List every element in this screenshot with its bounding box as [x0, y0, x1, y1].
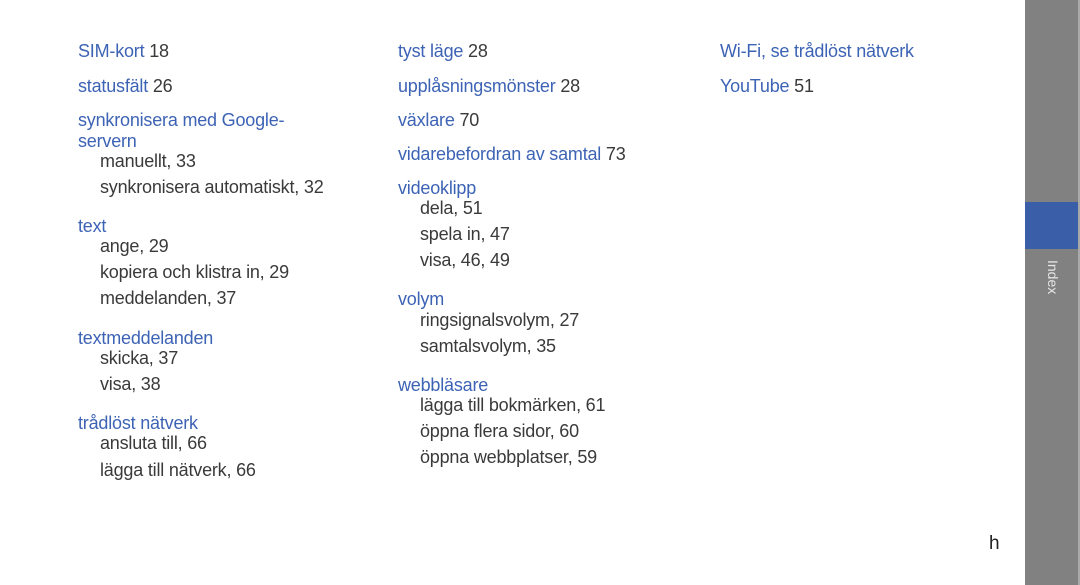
index-subentry: synkronisera automatiskt, 32	[100, 177, 324, 197]
index-entry[interactable]: YouTube 51	[720, 76, 814, 96]
chapter-tab-label: Index	[1045, 260, 1061, 295]
index-subentry: öppna flera sidor, 60	[420, 421, 579, 441]
index-entry[interactable]: växlare 70	[398, 110, 479, 130]
index-entry[interactable]: upplåsningsmönster 28	[398, 76, 580, 96]
index-subentry: visa, 46, 49	[420, 250, 510, 270]
index-entry[interactable]: vidarebefordran av samtal 73	[398, 144, 626, 164]
index-entry-sim-kort[interactable]: SIM-kort 18	[78, 41, 169, 61]
index-term[interactable]: växlare	[398, 110, 455, 130]
index-term[interactable]: tyst läge	[398, 41, 463, 61]
page-number: 18	[149, 41, 169, 61]
index-subentry: ringsignalsvolym, 27	[420, 310, 580, 330]
chapter-sidebar: Index	[1025, 0, 1080, 585]
index-term[interactable]: textmeddelanden	[78, 328, 213, 348]
index-term[interactable]: SIM-kort	[78, 41, 145, 61]
page-number: 28	[560, 76, 580, 96]
index-term[interactable]: volym	[398, 289, 444, 309]
index-subentry: ansluta till, 66	[100, 433, 207, 453]
index-subentry: kopiera och klistra in, 29	[100, 262, 289, 282]
index-subentry: spela in, 47	[420, 224, 510, 244]
index-term[interactable]: YouTube	[720, 76, 790, 96]
index-subentry: skicka, 37	[100, 348, 179, 368]
index-subentry: meddelanden, 37	[100, 288, 237, 308]
index-subentry: lägga till bokmärken, 61	[420, 395, 606, 415]
page-number: 70	[459, 110, 480, 130]
index-term[interactable]: statusfält	[78, 76, 148, 96]
index-term[interactable]: webbläsare	[398, 375, 488, 395]
index-entry[interactable]: tyst läge 28	[398, 41, 488, 61]
index-term[interactable]: Wi-Fi, se trådlöst nätverk	[720, 41, 914, 61]
page-number: 26	[152, 76, 173, 96]
chapter-tab-active[interactable]	[1025, 202, 1078, 249]
page-number: 73	[605, 144, 626, 164]
index-term[interactable]: upplåsningsmönster	[398, 76, 556, 96]
index-term[interactable]: vidarebefordran av samtal	[398, 144, 601, 164]
index-term[interactable]: videoklipp	[398, 178, 476, 198]
index-subentry: ange, 29	[100, 236, 169, 256]
index-subentry: lägga till nätverk, 66	[100, 460, 256, 480]
index-entry-statusfalt[interactable]: statusfält 26	[78, 76, 173, 96]
index-term[interactable]: trådlöst nätverk	[78, 413, 198, 433]
page-section-letter: h	[989, 533, 1000, 554]
index-subentry: manuellt, 33	[100, 151, 196, 171]
page-number: 51	[794, 76, 814, 96]
index-subentry: visa, 38	[100, 374, 161, 394]
index-term-continued[interactable]: servern	[78, 131, 137, 151]
page-number: 28	[468, 41, 488, 61]
index-term[interactable]: synkronisera med Google-	[78, 110, 284, 130]
index-subentry: dela, 51	[420, 198, 483, 218]
index-subentry: öppna webbplatser, 59	[420, 447, 597, 467]
index-subentry: samtalsvolym, 35	[420, 336, 556, 356]
index-term[interactable]: text	[78, 216, 106, 236]
